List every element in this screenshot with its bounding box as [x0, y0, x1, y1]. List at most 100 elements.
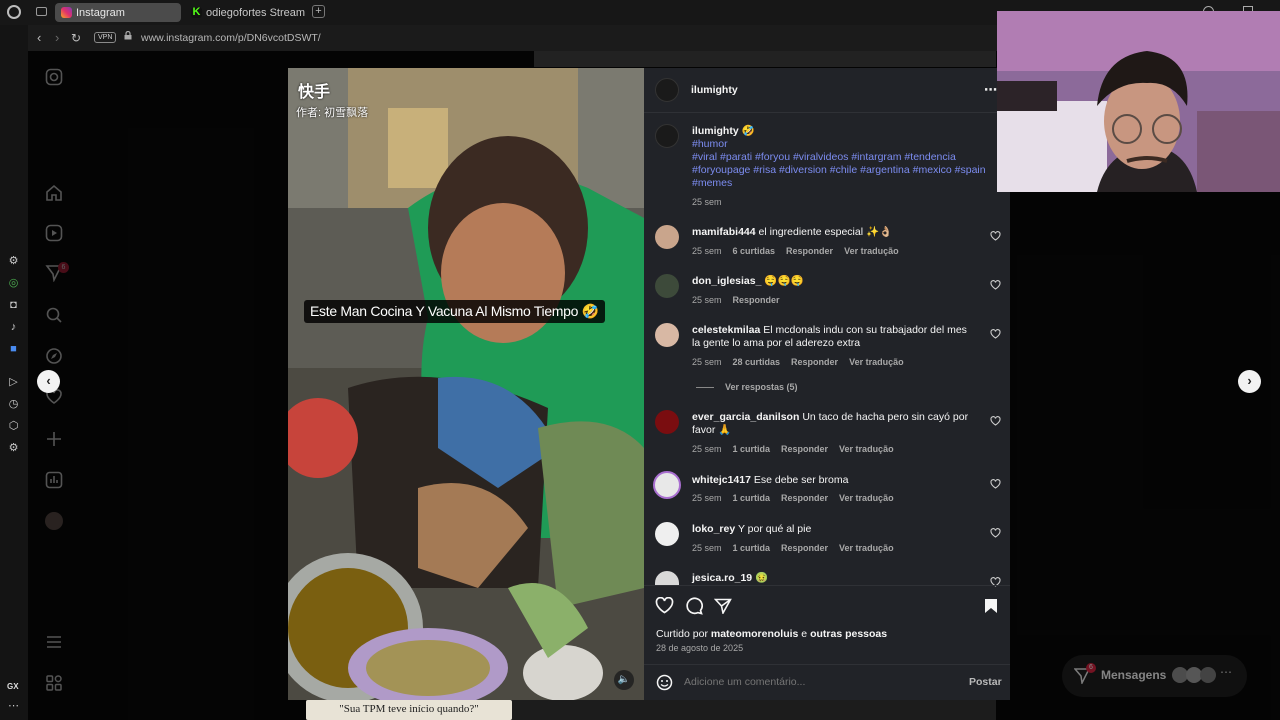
share-icon[interactable]: [714, 598, 732, 614]
back-icon[interactable]: ‹: [37, 30, 41, 45]
extensions-icon[interactable]: ⬡: [7, 420, 20, 433]
post-video[interactable]: 快手 作者: 初雪飘落 Este Man Cocina Y Vacuna Al …: [288, 68, 644, 700]
caption-hashtags[interactable]: #viral #parati #foryou #viralvideos #int…: [692, 151, 986, 189]
instagram-icon[interactable]: ◘: [7, 299, 20, 312]
comment-item: celestekmilaa El mcdonals indu con su tr…: [692, 324, 974, 350]
comment-likes[interactable]: 6 curtidas: [733, 246, 776, 256]
url-text[interactable]: www.instagram.com/p/DN6vcotDSWT/: [141, 32, 321, 44]
new-tab-button[interactable]: +: [312, 5, 325, 18]
comment-text: el ingrediente especial ✨👌🏼: [758, 226, 893, 238]
like-comment-icon[interactable]: [990, 280, 1001, 290]
more-options-icon[interactable]: ⋯: [984, 82, 997, 98]
commenter-avatar[interactable]: [655, 274, 679, 298]
like-comment-icon[interactable]: [990, 231, 1001, 241]
comment-username[interactable]: don_iglesias_: [692, 275, 761, 287]
translate-button[interactable]: Ver tradução: [844, 246, 899, 256]
comment-username[interactable]: mamifabi444: [692, 226, 756, 238]
opera-menu-icon[interactable]: [7, 5, 21, 19]
like-comment-icon[interactable]: [990, 416, 1001, 426]
like-comment-icon[interactable]: [990, 479, 1001, 489]
save-bookmark-icon[interactable]: [984, 598, 998, 614]
music-app-icon[interactable]: ■: [7, 343, 20, 356]
translate-button[interactable]: Ver tradução: [839, 493, 894, 503]
comment-time: 25 sem: [692, 246, 722, 256]
comment-username[interactable]: jesica.ro_19: [692, 572, 752, 584]
comment-time: 25 sem: [692, 295, 722, 305]
whatsapp-icon[interactable]: ◎: [7, 277, 20, 290]
tab-label: odiegofortes Stream - Wat: [206, 6, 307, 19]
more-icon[interactable]: ⋯: [7, 700, 20, 713]
settings-gear-icon[interactable]: ⚙: [7, 255, 20, 268]
comment-item: jesica.ro_19 🤢: [692, 572, 974, 585]
previous-post-button[interactable]: ‹: [37, 370, 60, 393]
comment-likes[interactable]: 1 curtida: [733, 444, 771, 454]
comment-likes[interactable]: 28 curtidas: [733, 357, 781, 367]
like-comment-icon[interactable]: [990, 528, 1001, 538]
comment-text: 🤤🤤🤤: [764, 275, 804, 287]
emoji-icon[interactable]: [656, 674, 673, 691]
author-username[interactable]: ilumighty: [691, 84, 738, 96]
post-comment-button[interactable]: Postar: [969, 676, 1002, 688]
messages-button[interactable]: 6 Mensagens ⋯: [1062, 655, 1247, 697]
comment-icon[interactable]: [685, 597, 703, 615]
commenter-avatar[interactable]: [653, 471, 681, 499]
comment-box-divider: [644, 664, 1010, 665]
caption-emoji: 🤣: [741, 125, 755, 137]
like-comment-icon[interactable]: [990, 329, 1001, 339]
comment-input[interactable]: [684, 674, 944, 690]
next-post-button[interactable]: ›: [1238, 370, 1261, 393]
commenter-avatar[interactable]: [655, 323, 679, 347]
commenter-avatar[interactable]: [655, 410, 679, 434]
forward-icon[interactable]: ›: [55, 30, 59, 45]
history-icon[interactable]: ◷: [7, 398, 20, 411]
reply-button[interactable]: Responder: [781, 444, 828, 454]
liked-by-others[interactable]: outras pessoas: [810, 628, 887, 640]
tiktok-icon[interactable]: ♪: [7, 321, 20, 334]
background-video-caption: "Sua TPM teve início quando?": [306, 700, 512, 720]
settings-icon[interactable]: ⚙: [7, 442, 20, 455]
more-conversations-icon: ⋯: [1220, 665, 1232, 679]
like-post-icon[interactable]: [655, 597, 674, 614]
vpn-badge[interactable]: VPN: [94, 32, 117, 43]
comment-likes[interactable]: 1 curtida: [733, 543, 771, 553]
comment-meta: 25 sem 6 curtidas Responder Ver tradução: [692, 246, 899, 256]
comment-item: whitejc1417 Ese debe ser broma: [692, 474, 974, 487]
kuaishou-watermark: 快手: [298, 84, 331, 101]
comment-item: loko_rey Y por qué al pie: [692, 523, 974, 536]
reload-icon[interactable]: ↻: [71, 31, 81, 45]
reply-button[interactable]: Responder: [781, 543, 828, 553]
tab-kick-stream[interactable]: K odiegofortes Stream - Wat: [185, 3, 307, 22]
reply-button[interactable]: Responder: [791, 357, 838, 367]
commenter-avatar[interactable]: [655, 225, 679, 249]
reply-button[interactable]: Responder: [733, 295, 780, 305]
comment-username[interactable]: ever_garcia_danilson: [692, 411, 799, 423]
actions-divider: [644, 585, 1010, 586]
comment-username[interactable]: celestekmilaa: [692, 324, 760, 336]
translate-button[interactable]: Ver tradução: [839, 543, 894, 553]
comment-meta: 25 sem 1 curtida Responder Ver tradução: [692, 493, 894, 503]
commenter-avatar[interactable]: [655, 571, 679, 585]
comment-item: don_iglesias_ 🤤🤤🤤: [692, 275, 974, 288]
caption-author-avatar[interactable]: [655, 124, 679, 148]
commenter-avatar[interactable]: [655, 522, 679, 546]
comment-likes[interactable]: 1 curtida: [733, 493, 771, 503]
comment-meta: 25 sem 1 curtida Responder Ver tradução: [692, 543, 894, 553]
liked-by-user[interactable]: mateomorenoluis: [711, 628, 799, 640]
view-replies-button[interactable]: Ver respostas (5): [725, 382, 798, 392]
messages-badge: 6: [1086, 663, 1096, 673]
workspaces-icon[interactable]: [36, 7, 47, 16]
caption-username[interactable]: ilumighty: [692, 125, 739, 137]
comment-username[interactable]: loko_rey: [692, 523, 735, 535]
caption-first-hashtag[interactable]: #humor: [692, 138, 728, 150]
comment-username[interactable]: whitejc1417: [692, 474, 751, 486]
reply-button[interactable]: Responder: [781, 493, 828, 503]
translate-button[interactable]: Ver tradução: [839, 444, 894, 454]
tab-instagram[interactable]: Instagram: [55, 3, 181, 22]
send-icon[interactable]: ▷: [7, 376, 20, 389]
reply-button[interactable]: Responder: [786, 246, 833, 256]
messages-label: Mensagens: [1101, 668, 1167, 682]
mute-button[interactable]: 🔈: [614, 670, 634, 690]
translate-button[interactable]: Ver tradução: [849, 357, 904, 367]
caption-meta: 25 sem: [692, 197, 722, 207]
author-avatar[interactable]: [655, 78, 679, 102]
